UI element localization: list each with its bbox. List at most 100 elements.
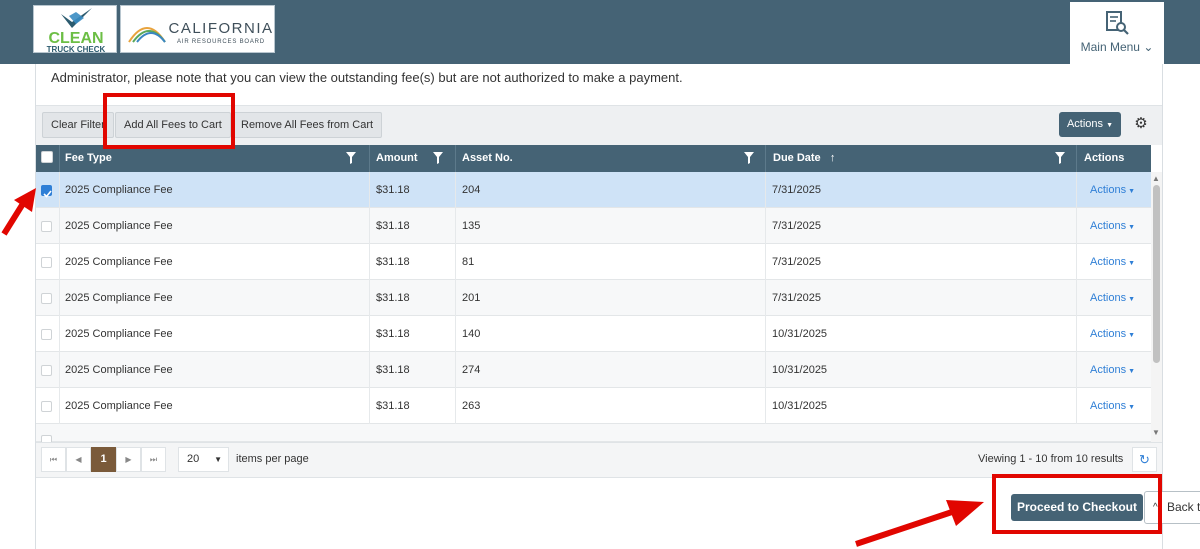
column-divider (765, 145, 766, 172)
column-divider (765, 172, 766, 442)
due-date-cell: 10/31/2025 (772, 328, 828, 340)
page-number-current[interactable]: 1 (91, 447, 116, 472)
due-date-cell: 7/31/2025 (772, 184, 821, 196)
due-date-cell: 7/31/2025 (772, 256, 821, 268)
highlight-box-add-all (103, 93, 235, 149)
row-checkbox[interactable] (41, 329, 52, 340)
scroll-up-icon[interactable]: ▲ (1152, 174, 1160, 183)
caret-down-icon: ▼ (1128, 224, 1136, 231)
column-header-due-date[interactable]: Due Date ↑ (773, 145, 835, 172)
row-checkbox[interactable] (41, 365, 52, 376)
row-actions-dropdown[interactable]: Actions ▼ (1090, 172, 1135, 210)
asset-no-cell: 201 (462, 292, 481, 304)
main-menu-text: Main Menu (1080, 40, 1140, 54)
asset-no-cell: 263 (462, 400, 481, 412)
column-divider (59, 145, 60, 172)
due-date-cell: 10/31/2025 (772, 364, 828, 376)
filter-icon[interactable] (744, 152, 754, 164)
column-divider (369, 145, 370, 172)
column-header-fee-type[interactable]: Fee Type (65, 145, 112, 172)
row-actions-label: Actions (1090, 184, 1127, 196)
asset-no-cell: 81 (462, 256, 475, 268)
asset-no-cell: 135 (462, 220, 481, 232)
back-button-label: Back t (1167, 500, 1200, 514)
row-checkbox[interactable] (41, 185, 52, 198)
scroll-down-icon[interactable]: ▼ (1152, 428, 1160, 437)
row-actions-label: Actions (1090, 400, 1127, 412)
row-checkbox[interactable] (41, 293, 52, 304)
caret-down-icon: ▼ (1106, 122, 1114, 129)
fee-type-cell: 2025 Compliance Fee (65, 220, 173, 232)
row-actions-label: Actions (1090, 364, 1127, 376)
last-page-icon[interactable]: ⏭ (141, 447, 166, 472)
row-actions-label: Actions (1090, 220, 1127, 232)
row-actions-dropdown[interactable]: Actions ▼ (1090, 244, 1135, 282)
previous-page-icon[interactable]: ◀ (66, 447, 91, 472)
chevron-down-icon: ⌄ (1143, 40, 1154, 54)
clean-truck-check-logo-graphic: CLEAN TRUCK CHECK (47, 8, 106, 54)
refresh-icon[interactable]: ↻ (1132, 447, 1157, 472)
column-divider (369, 172, 370, 442)
highlight-box-checkout (992, 474, 1162, 534)
scrollbar-thumb[interactable] (1153, 185, 1160, 363)
table-row[interactable] (36, 244, 1151, 280)
main-menu-button[interactable]: Main Menu ⌄ (1070, 2, 1164, 64)
page-size-value: 20 (187, 453, 200, 465)
select-all-checkbox[interactable] (41, 151, 53, 163)
main-menu-label: Main Menu ⌄ (1070, 40, 1164, 54)
row-actions-dropdown[interactable]: Actions ▼ (1090, 352, 1135, 390)
amount-cell: $31.18 (376, 256, 410, 268)
row-actions-dropdown[interactable]: Actions ▼ (1090, 280, 1135, 318)
column-header-amount[interactable]: Amount (376, 145, 418, 172)
row-actions-label: Actions (1090, 292, 1127, 304)
row-actions-label: Actions (1090, 328, 1127, 340)
row-actions-dropdown[interactable]: Actions ▼ (1090, 316, 1135, 354)
document-search-icon (1106, 11, 1129, 35)
column-divider (1076, 172, 1077, 442)
amount-cell: $31.18 (376, 364, 410, 376)
next-page-icon[interactable]: ▶ (116, 447, 141, 472)
caret-down-icon: ▼ (1128, 332, 1136, 339)
filter-icon[interactable] (1055, 152, 1065, 164)
table-row[interactable] (36, 208, 1151, 244)
row-checkbox[interactable] (41, 257, 52, 268)
carb-logo[interactable]: CALIFORNIA AIR RESOURCES BOARD (120, 5, 275, 53)
fee-type-cell: 2025 Compliance Fee (65, 400, 173, 412)
page-size-select[interactable]: 20 ▼ (178, 447, 229, 472)
caret-down-icon: ▼ (1128, 404, 1136, 411)
fee-type-cell: 2025 Compliance Fee (65, 328, 173, 340)
page: CLEAN TRUCK CHECK CALIFORNIA AIR RESOURC… (0, 0, 1200, 549)
fee-type-cell: 2025 Compliance Fee (65, 292, 173, 304)
row-checkbox[interactable] (41, 221, 52, 232)
table-row[interactable] (36, 316, 1151, 352)
table-row[interactable] (36, 280, 1151, 316)
table-row[interactable] (36, 352, 1151, 388)
checkmark-icon (43, 190, 52, 198)
row-actions-dropdown[interactable]: Actions ▼ (1090, 208, 1135, 246)
amount-cell: $31.18 (376, 184, 410, 196)
column-divider (455, 145, 456, 172)
caret-down-icon: ▼ (1128, 188, 1136, 195)
toolbar-actions-button[interactable]: Actions ▼ (1059, 112, 1121, 137)
asset-no-cell: 274 (462, 364, 481, 376)
due-date-label: Due Date (773, 152, 821, 164)
sort-ascending-icon: ↑ (829, 152, 836, 164)
first-page-icon[interactable]: ⏮ (41, 447, 66, 472)
row-actions-dropdown[interactable]: Actions ▼ (1090, 388, 1135, 426)
california-logo-text: CALIFORNIA (168, 20, 273, 37)
remove-all-fees-from-cart-button[interactable]: Remove All Fees from Cart (232, 112, 383, 138)
caret-down-icon: ▼ (214, 455, 222, 464)
table-row[interactable] (36, 172, 1151, 208)
truck-check-logo-text: TRUCK CHECK (47, 45, 106, 54)
filter-icon[interactable] (346, 152, 356, 164)
due-date-cell: 7/31/2025 (772, 292, 821, 304)
column-divider (455, 172, 456, 442)
row-checkbox[interactable] (41, 401, 52, 412)
filter-icon[interactable] (433, 152, 443, 164)
table-row[interactable] (36, 388, 1151, 424)
column-header-asset-no[interactable]: Asset No. (462, 145, 513, 172)
carb-logo-graphic: CALIFORNIA AIR RESOURCES BOARD (128, 20, 273, 45)
gear-icon[interactable]: ⚙ (1133, 116, 1149, 132)
clean-truck-check-logo[interactable]: CLEAN TRUCK CHECK (33, 5, 117, 54)
caret-down-icon: ▼ (1128, 296, 1136, 303)
